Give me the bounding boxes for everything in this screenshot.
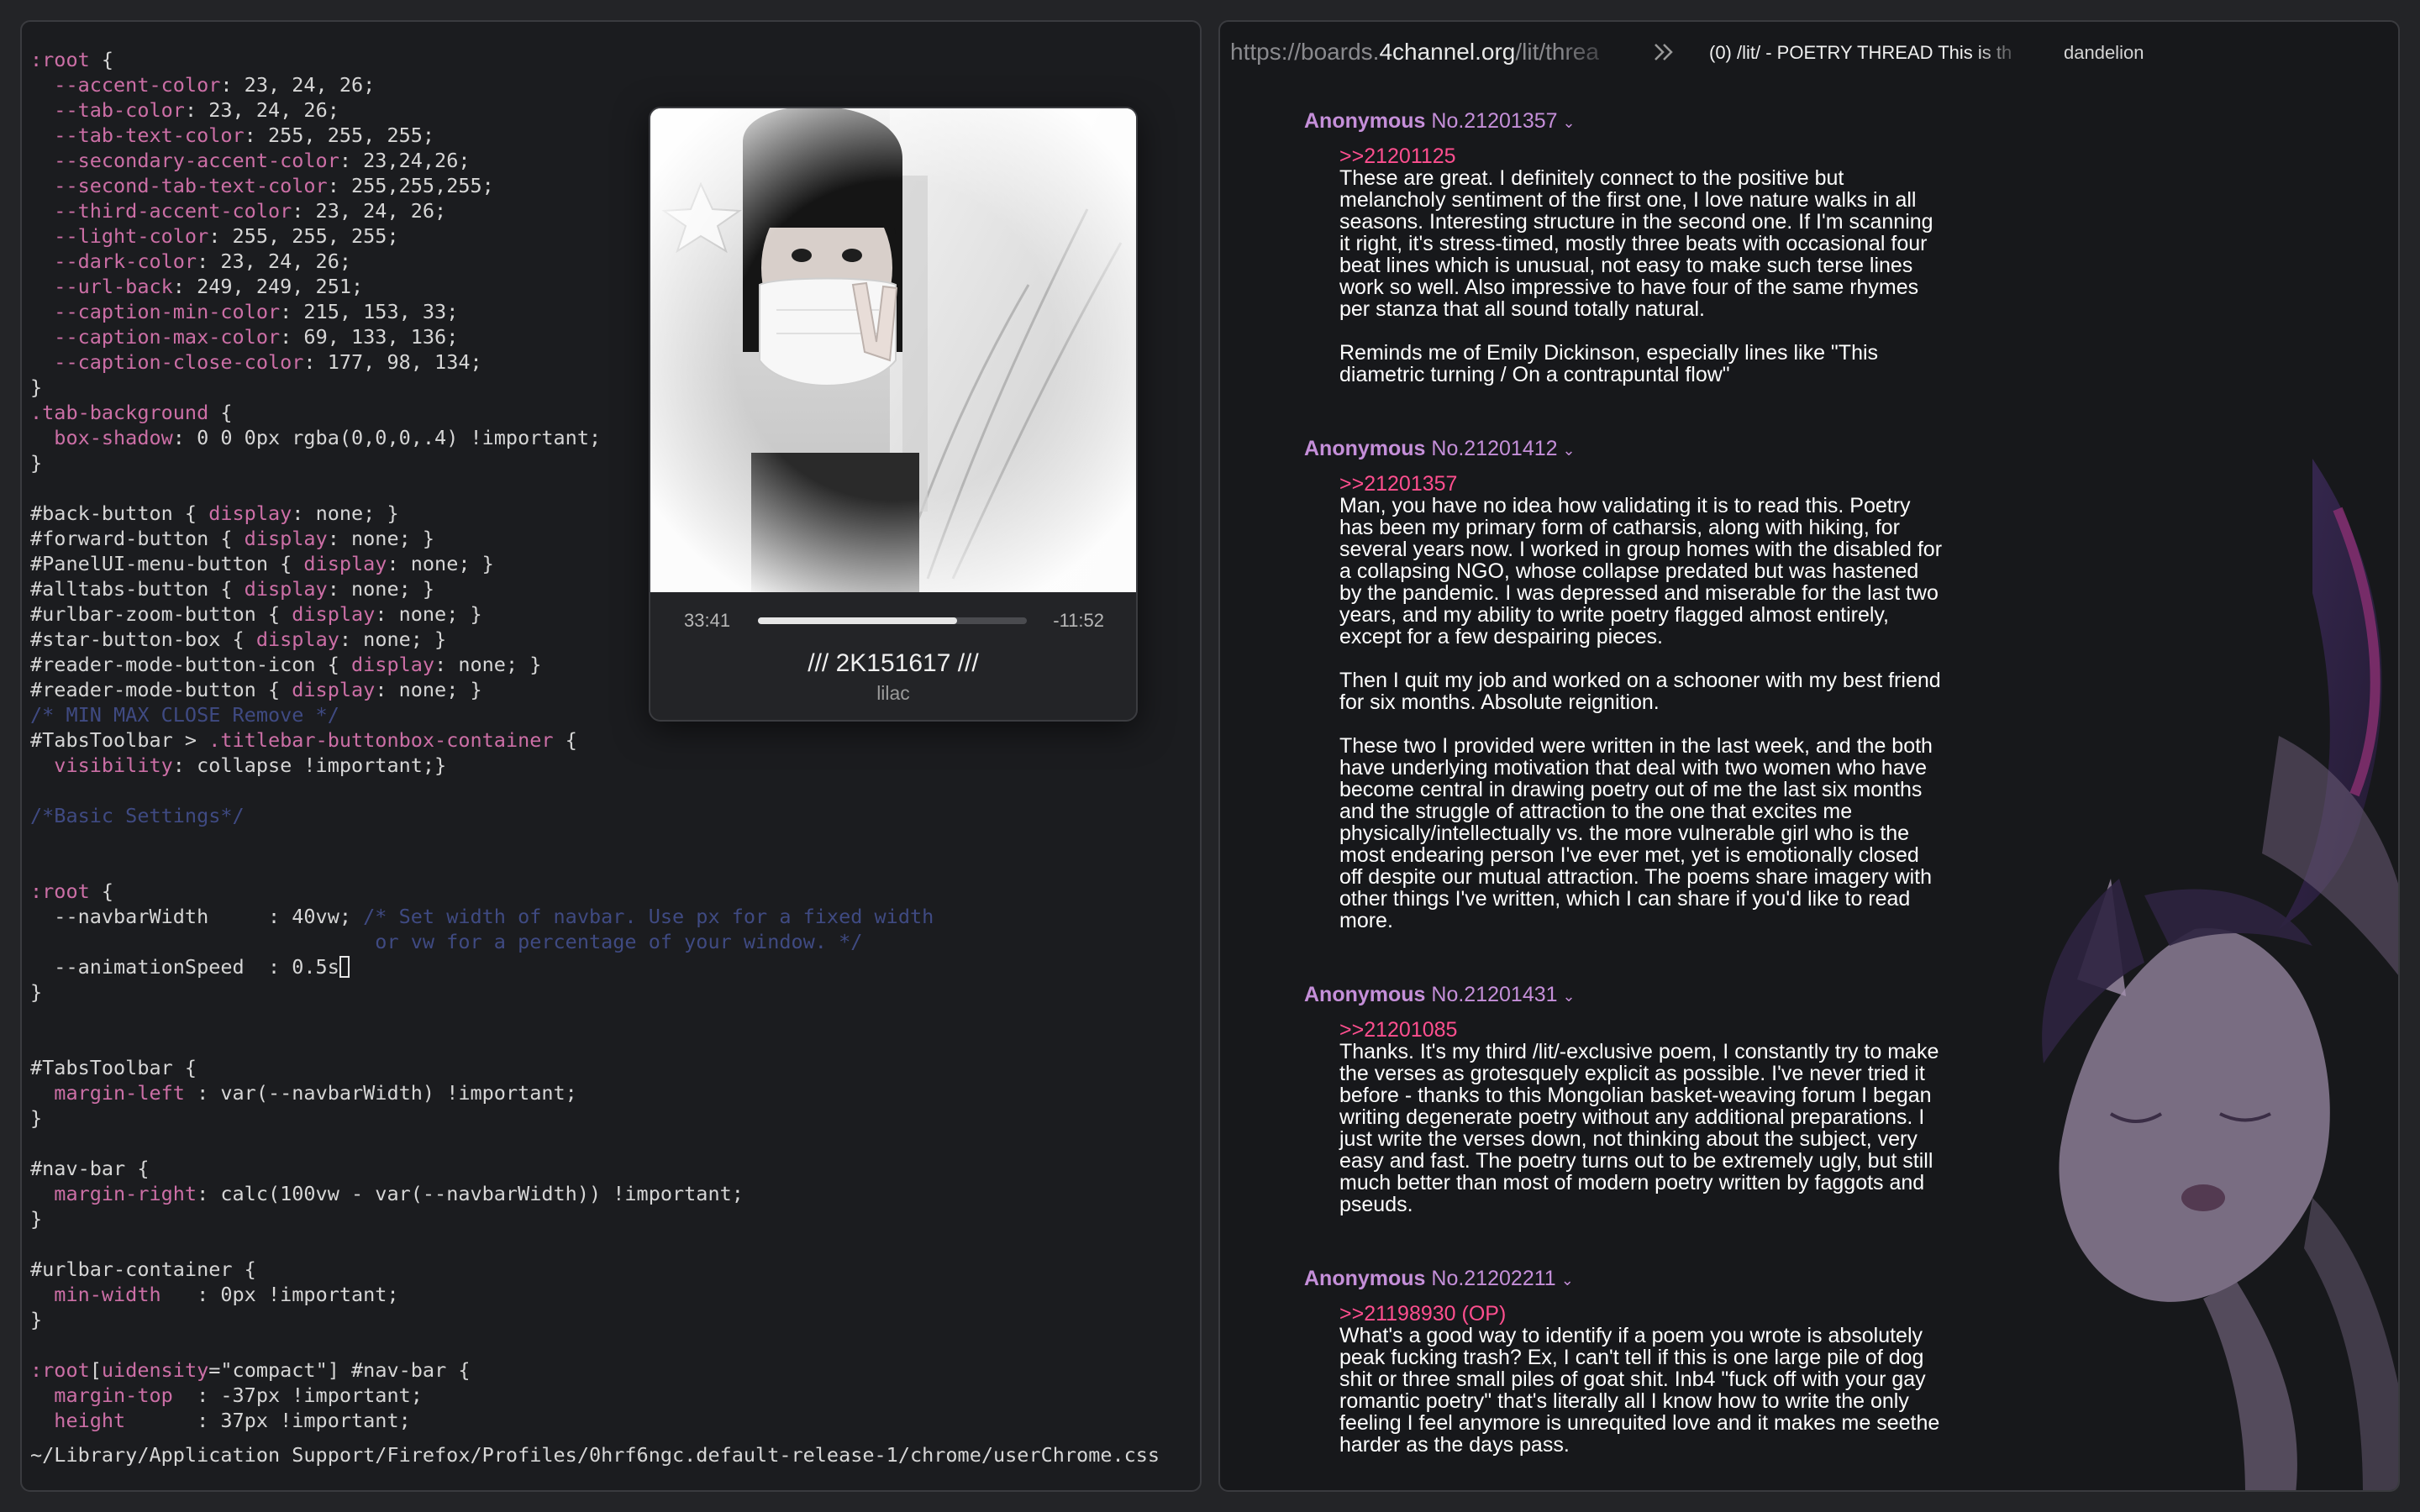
post: Anonymous No.21201412 ⌄ >>21201357 Man, y…: [1304, 437, 1943, 932]
chevron-down-icon[interactable]: ⌄: [1563, 114, 1576, 131]
post-body: These are great. I definitely connect to…: [1339, 167, 1943, 386]
poster-name: Anonymous: [1304, 109, 1426, 133]
remaining-time: -11:52: [1053, 610, 1104, 631]
thread-content[interactable]: Anonymous No.21201357 ⌄ >>21201125 These …: [1220, 22, 2398, 1490]
post-body: What's a good way to identify if a poem …: [1339, 1325, 1943, 1456]
chevron-down-icon[interactable]: ⌄: [1563, 988, 1576, 1005]
poster-name: Anonymous: [1304, 437, 1426, 460]
album-art: [650, 108, 1136, 592]
file-path-statusline: ~/Library/Application Support/Firefox/Pr…: [30, 1443, 1160, 1467]
post-header: Anonymous No.21202211 ⌄: [1304, 1267, 1943, 1291]
post-number[interactable]: No.21201431: [1431, 983, 1557, 1006]
post: Anonymous No.21202211 ⌄ >>21198930 (OP) W…: [1304, 1267, 1943, 1456]
progress-fill: [758, 617, 957, 624]
quote-link[interactable]: >>21201357: [1339, 473, 1943, 495]
post-paragraph: These are great. I definitely connect to…: [1339, 166, 1933, 321]
post: Anonymous No.21201357 ⌄ >>21201125 These …: [1304, 109, 1943, 386]
post-paragraph: What's a good way to identify if a poem …: [1339, 1324, 1940, 1457]
artist-name: lilac: [876, 682, 910, 704]
quote-link[interactable]: >>21201125: [1339, 145, 1943, 167]
poster-name: Anonymous: [1304, 1267, 1426, 1290]
post-number[interactable]: No.21201412: [1431, 437, 1557, 460]
elapsed-time: 33:41: [684, 610, 731, 631]
chevron-down-icon[interactable]: ⌄: [1563, 442, 1576, 459]
now-playing-widget[interactable]: 33:41 -11:52 /// 2K151617 /// lilac: [649, 107, 1138, 722]
post-paragraph: Thanks. It's my third /lit/-exclusive po…: [1339, 1040, 1939, 1216]
browser-window[interactable]: https://boards.4channel.org/lit/threa (0…: [1218, 20, 2400, 1492]
text-cursor: [339, 956, 350, 978]
post: Anonymous No.21201431 ⌄ >>21201085 Thanks…: [1304, 983, 1943, 1215]
post-header: Anonymous No.21201431 ⌄: [1304, 983, 1943, 1007]
quote-link[interactable]: >>21198930 (OP): [1339, 1303, 1943, 1325]
post-number[interactable]: No.21202211: [1431, 1267, 1555, 1290]
post-body: Thanks. It's my third /lit/-exclusive po…: [1339, 1041, 1943, 1215]
track-title: /// 2K151617 ///: [808, 649, 979, 677]
chevron-down-icon[interactable]: ⌄: [1561, 1272, 1574, 1289]
quote-link[interactable]: >>21201085: [1339, 1019, 1943, 1041]
post-paragraph: Reminds me of Emily Dickinson, especiall…: [1339, 341, 1879, 386]
post-header: Anonymous No.21201412 ⌄: [1304, 437, 1943, 461]
post-paragraph: Then I quit my job and worked on a schoo…: [1339, 669, 1941, 714]
playback-progress-bar[interactable]: [758, 617, 1027, 624]
post-header: Anonymous No.21201357 ⌄: [1304, 109, 1943, 134]
poster-name: Anonymous: [1304, 983, 1426, 1006]
post-paragraph: Man, you have no idea how validating it …: [1339, 494, 1943, 648]
post-paragraph: These two I provided were written in the…: [1339, 734, 1933, 932]
post-number[interactable]: No.21201357: [1431, 109, 1557, 133]
post-body: Man, you have no idea how validating it …: [1339, 495, 1943, 932]
